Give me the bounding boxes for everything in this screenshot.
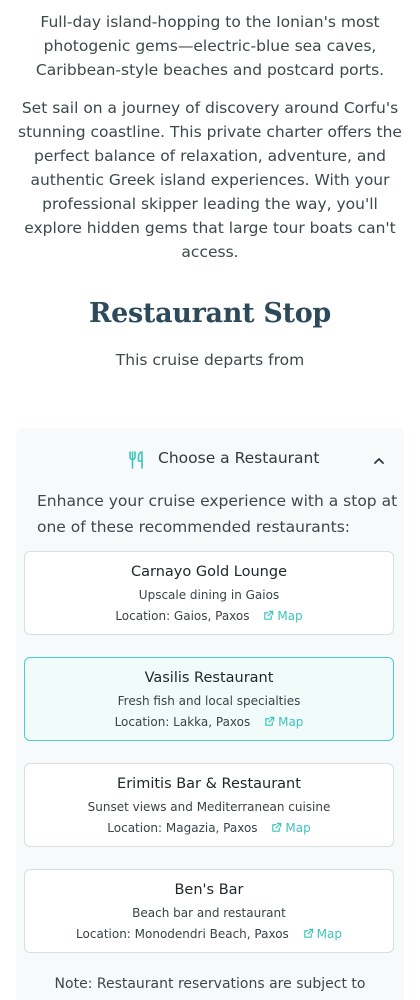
restaurant-card[interactable]: Ben's Bar Beach bar and restaurant Locat… — [24, 869, 394, 953]
restaurant-panel-header[interactable]: Choose a Restaurant — [16, 448, 404, 472]
intro-body: Set sail on a journey of discovery aroun… — [18, 99, 402, 261]
restaurant-location-row: Location: Magazia, Paxos Map — [25, 821, 393, 835]
map-label: Map — [316, 927, 342, 941]
external-link-icon — [264, 610, 274, 620]
departs-text: This cruise departs from — [115, 351, 305, 369]
fork-knife-icon — [127, 450, 147, 470]
panel-description: Enhance your cruise experience with a st… — [37, 492, 398, 536]
map-link[interactable]: Map — [303, 927, 342, 941]
chevron-up-icon[interactable] — [372, 453, 386, 467]
restaurant-description: Beach bar and restaurant — [132, 906, 286, 920]
restaurant-card-selected[interactable]: Vasilis Restaurant Fresh fish and local … — [24, 657, 394, 741]
external-link-icon — [265, 716, 275, 726]
restaurant-card[interactable]: Carnayo Gold Lounge Upscale dining in Ga… — [24, 551, 394, 635]
external-link-icon — [272, 822, 282, 832]
restaurant-section-title: Restaurant Stop — [89, 298, 331, 329]
map-link[interactable]: Map — [264, 715, 303, 729]
restaurant-description: Sunset views and Mediterranean cuisine — [87, 800, 331, 814]
restaurant-location: Location: Gaios, Paxos — [115, 609, 250, 623]
map-label: Map — [278, 715, 304, 729]
restaurant-location: Location: Magazia, Paxos — [107, 821, 258, 835]
restaurant-description: Upscale dining in Gaios — [138, 588, 280, 602]
map-label: Map — [277, 609, 303, 623]
restaurant-location-row: Location: Gaios, Paxos Map — [25, 609, 393, 623]
restaurant-name: Ben's Bar — [174, 882, 244, 898]
restaurant-location: Location: Lakka, Paxos — [114, 715, 251, 729]
restaurant-panel: Choose a Restaurant Enhance your cruise … — [16, 428, 404, 1000]
reservation-note: Note: Restaurant reservations are subjec… — [54, 976, 366, 992]
panel-title: Choose a Restaurant — [158, 449, 320, 467]
map-link[interactable]: Map — [271, 821, 311, 835]
restaurant-location-row: Location: Monodendri Beach, Paxos Map — [25, 927, 393, 941]
restaurant-description: Fresh fish and local specialties — [117, 694, 301, 708]
external-link-icon — [303, 928, 313, 938]
intro-lead: Full-day island-hopping to the Ionian's … — [35, 13, 385, 79]
restaurant-name: Carnayo Gold Lounge — [130, 564, 287, 580]
map-label: Map — [285, 821, 311, 835]
restaurant-location-row: Location: Lakka, Paxos Map — [25, 715, 393, 729]
restaurant-location: Location: Monodendri Beach, Paxos — [76, 927, 289, 941]
restaurant-name: Erimitis Bar & Restaurant — [117, 776, 301, 792]
restaurant-name: Vasilis Restaurant — [144, 670, 274, 686]
intro-section: Full-day island-hopping to the Ionian's … — [0, 0, 420, 264]
restaurant-card[interactable]: Erimitis Bar & Restaurant Sunset views a… — [24, 763, 394, 847]
map-link[interactable]: Map — [263, 609, 303, 623]
